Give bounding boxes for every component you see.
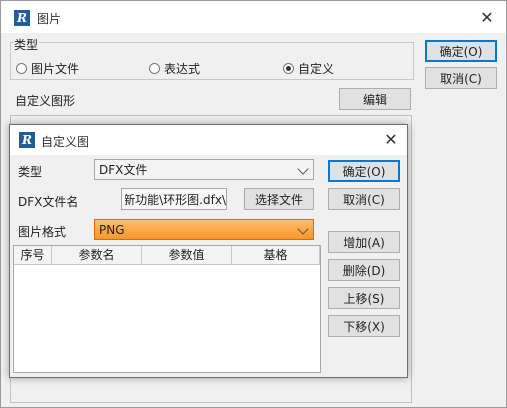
dfx-filename-value: \资料\新功能\环形图.dfx [125, 192, 226, 207]
image-format-select[interactable]: PNG [94, 219, 314, 240]
column-header-param-name[interactable]: 参数名 [52, 246, 142, 264]
dialog-cancel-button[interactable]: 取消(C) [328, 188, 400, 210]
column-header-param-value[interactable]: 参数值 [142, 246, 232, 264]
dialog-ok-button[interactable]: 确定(O) [328, 160, 400, 182]
close-icon[interactable]: ✕ [379, 129, 403, 153]
dialog-title: 自定义图 [41, 135, 90, 149]
chevron-down-icon [297, 163, 309, 175]
table-header: 序号 参数名 参数值 基格 [14, 246, 320, 265]
edit-button[interactable]: 编辑 [339, 88, 411, 110]
type-select-value: DFX文件 [99, 163, 148, 177]
image-format-value: PNG [99, 222, 125, 237]
dfx-filename-label: DFX文件名 [18, 195, 79, 209]
add-button[interactable]: 增加(A) [328, 231, 400, 253]
r-logo-icon: R [19, 132, 35, 148]
r-logo-icon: R [14, 10, 30, 26]
radio-label: 图片文件 [31, 62, 80, 76]
move-down-button[interactable]: 下移(X) [328, 315, 400, 337]
ok-button[interactable]: 确定(O) [425, 40, 497, 62]
custom-shape-label: 自定义图形 [15, 94, 76, 108]
column-header-index[interactable]: 序号 [14, 246, 52, 264]
radio-custom[interactable]: 自定义 [283, 60, 334, 77]
type-label: 类型 [18, 165, 43, 179]
move-up-button[interactable]: 上移(S) [328, 287, 400, 309]
image-format-label: 图片格式 [18, 225, 67, 239]
radio-indicator [16, 63, 27, 74]
type-group-label: 类型 [13, 36, 40, 53]
custom-shape-dialog: R 自定义图 ✕ 类型 DFX文件 确定(O) DFX文件名 \资料\新功能\环… [9, 124, 408, 378]
title-bar: R 图片 ✕ [1, 1, 506, 33]
radio-indicator-checked [283, 63, 294, 74]
column-header-cell[interactable]: 基格 [232, 246, 320, 264]
title-bar: R 自定义图 ✕ [10, 125, 407, 155]
dialog-title: 图片 [37, 12, 62, 26]
delete-button[interactable]: 删除(D) [328, 259, 400, 281]
dfx-filename-input[interactable]: \资料\新功能\环形图.dfx [121, 188, 227, 210]
radio-label: 表达式 [164, 62, 201, 76]
cancel-button[interactable]: 取消(C) [425, 67, 497, 89]
type-select[interactable]: DFX文件 [94, 159, 314, 180]
radio-indicator [149, 63, 160, 74]
radio-label: 自定义 [298, 62, 335, 76]
radio-image-file[interactable]: 图片文件 [16, 60, 79, 77]
close-icon[interactable]: ✕ [475, 7, 499, 31]
parameter-table[interactable]: 序号 参数名 参数值 基格 [13, 245, 321, 373]
chevron-down-icon [297, 223, 309, 235]
choose-file-button[interactable]: 选择文件 [244, 188, 314, 210]
radio-expression[interactable]: 表达式 [149, 60, 200, 77]
